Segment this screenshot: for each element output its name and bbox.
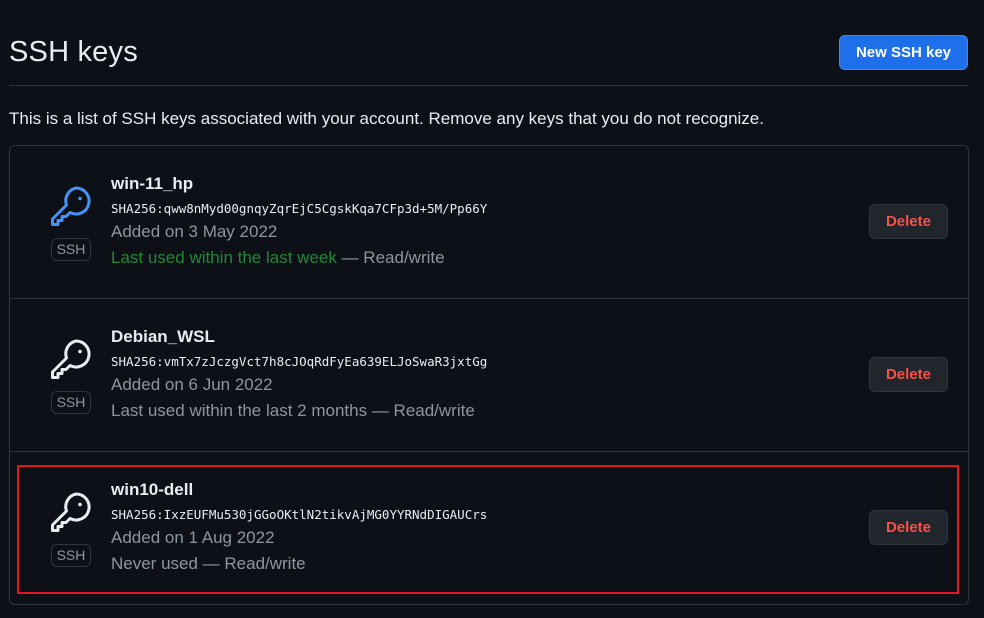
key-icon xyxy=(48,337,94,385)
key-info: Debian_WSL SHA256:vmTx7zJczgVct7h8cJOqRd… xyxy=(111,326,487,422)
delete-key-button[interactable]: Delete xyxy=(868,510,948,545)
key-last-used: Last used within the last week xyxy=(111,248,337,267)
key-info: win-11_hp SHA256:qww8nMyd00gnqyZqrEjC5Cg… xyxy=(111,173,487,269)
key-icon-column: SSH xyxy=(48,337,94,414)
key-last-used: Never used xyxy=(111,554,198,573)
delete-key-button[interactable]: Delete xyxy=(868,204,948,239)
ssh-key-item: SSH win-11_hp SHA256:qww8nMyd00gnqyZqrEj… xyxy=(10,146,968,299)
key-added-date: Added on 1 Aug 2022 xyxy=(111,528,275,547)
key-access-level: — Read/write xyxy=(197,554,306,573)
new-ssh-key-button[interactable]: New SSH key xyxy=(838,35,968,70)
ssh-badge: SSH xyxy=(50,238,92,261)
key-added-date: Added on 6 Jun 2022 xyxy=(111,375,273,394)
key-title: win10-dell xyxy=(111,480,194,499)
key-usage-line: Last used within the last week — Read/wr… xyxy=(111,247,487,269)
key-fingerprint: SHA256:IxzEUFMu530jGGoOKtlN2tikvAjMG0YYR… xyxy=(111,507,488,522)
key-access-level: — Read/write xyxy=(367,401,475,420)
key-fingerprint: SHA256:vmTx7zJczgVct7h8cJOqRdFyEa639ELJo… xyxy=(111,354,488,369)
key-icon xyxy=(48,184,94,232)
page-description: This is a list of SSH keys associated wi… xyxy=(9,109,764,128)
key-usage-line: Never used — Read/write xyxy=(111,553,487,575)
key-title: win-11_hp xyxy=(111,174,194,193)
ssh-key-list: SSH win-11_hp SHA256:qww8nMyd00gnqyZqrEj… xyxy=(9,145,969,605)
ssh-key-item: SSH Debian_WSL SHA256:vmTx7zJczgVct7h8cJ… xyxy=(10,299,968,452)
key-icon-column: SSH xyxy=(48,184,94,261)
key-usage-line: Last used within the last 2 months — Rea… xyxy=(111,400,487,422)
key-added-date: Added on 3 May 2022 xyxy=(111,222,278,241)
key-icon-column: SSH xyxy=(48,490,94,567)
key-fingerprint: SHA256:qww8nMyd00gnqyZqrEjC5CgskKqa7CFp3… xyxy=(111,201,488,216)
key-info: win10-dell SHA256:IxzEUFMu530jGGoOKtlN2t… xyxy=(111,479,487,575)
page-title: SSH keys xyxy=(9,36,138,68)
ssh-badge: SSH xyxy=(50,544,92,567)
key-access-level: — Read/write xyxy=(336,248,445,267)
delete-key-button[interactable]: Delete xyxy=(868,357,948,392)
ssh-key-item: SSH win10-dell SHA256:IxzEUFMu530jGGoOKt… xyxy=(10,452,968,605)
ssh-badge: SSH xyxy=(50,391,92,414)
page-header: SSH keys New SSH key xyxy=(9,30,968,86)
key-icon xyxy=(48,490,94,538)
key-title: Debian_WSL xyxy=(111,327,215,346)
key-last-used: Last used within the last 2 months xyxy=(111,401,368,420)
